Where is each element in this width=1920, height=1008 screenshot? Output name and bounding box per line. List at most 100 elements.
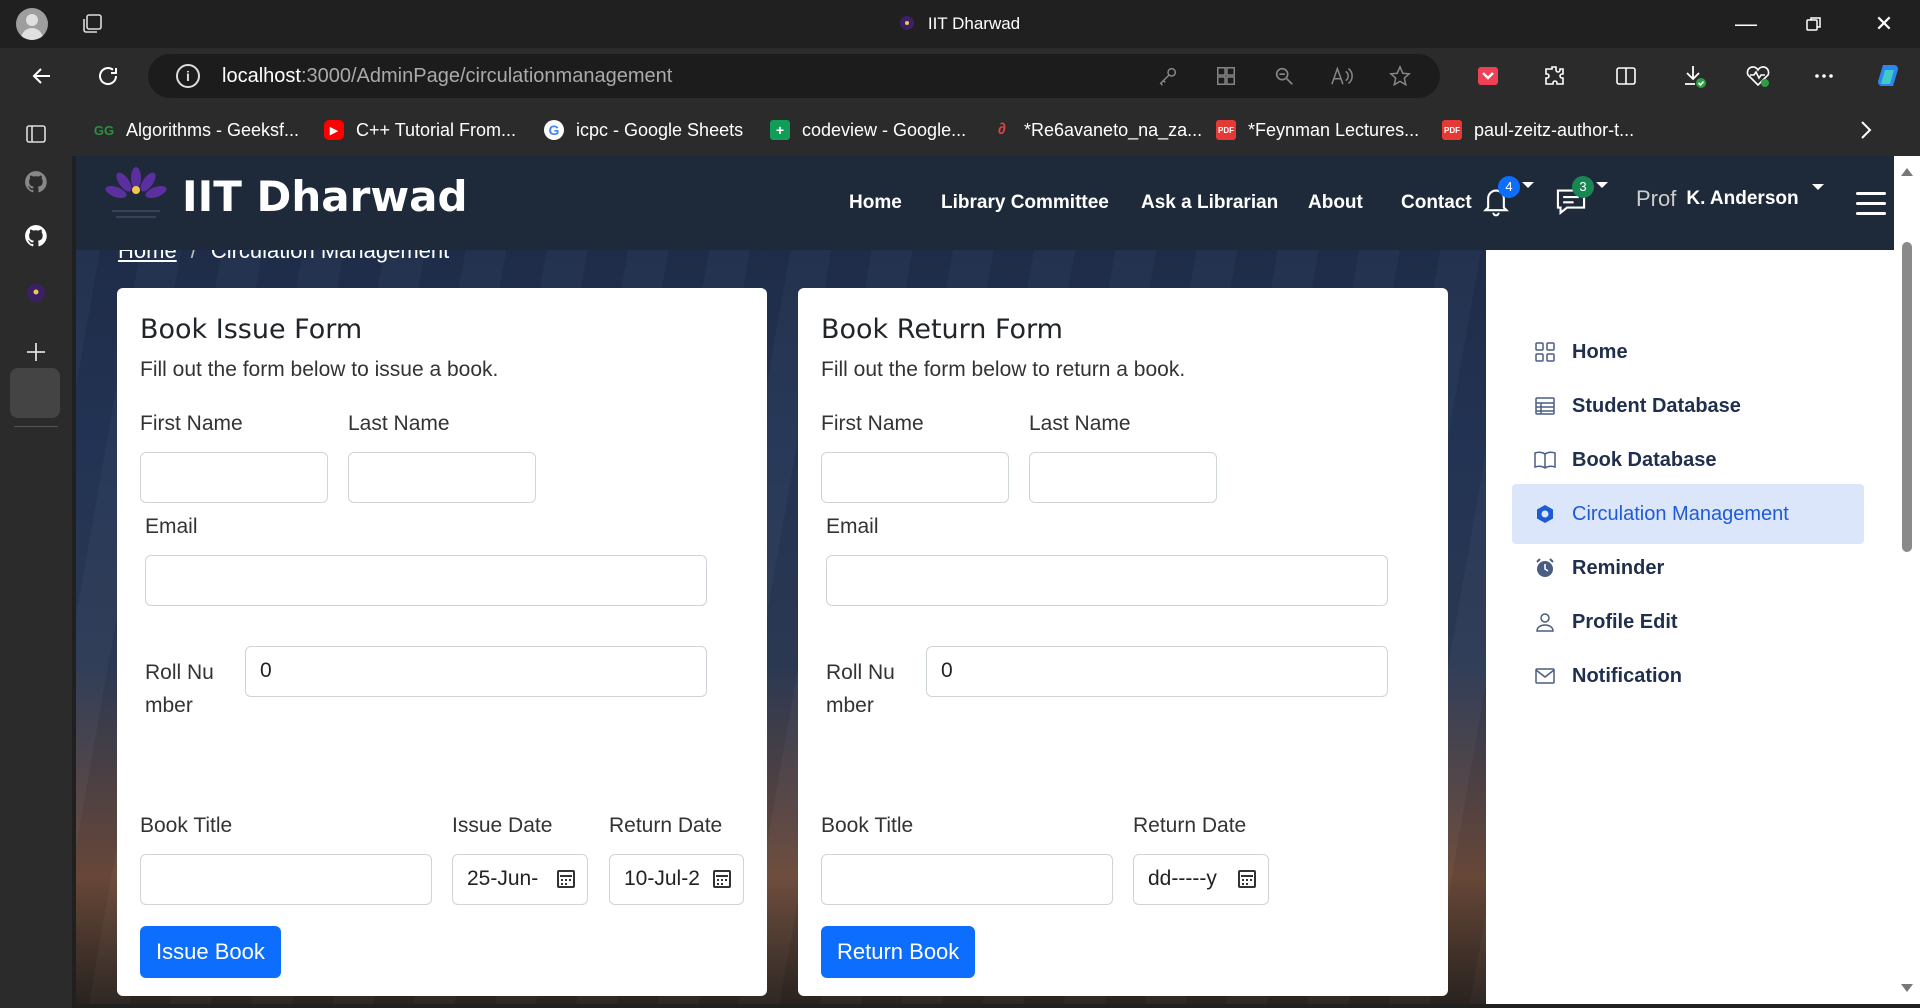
- downloads-icon[interactable]: [1680, 62, 1708, 90]
- site-brand[interactable]: IIT Dharwad: [182, 172, 468, 221]
- minimize-button[interactable]: —: [1732, 10, 1760, 38]
- return-date-input[interactable]: dd-----y: [1133, 854, 1269, 905]
- sidebar-item-student-database[interactable]: Student Database: [1512, 376, 1864, 436]
- message-count-badge: 3: [1572, 176, 1594, 198]
- page-scrollbar[interactable]: [1894, 156, 1920, 1004]
- restore-button[interactable]: [1800, 10, 1828, 38]
- bookmarks-bar: GG Algorithms - Geeksf... ▶ C++ Tutorial F…: [0, 104, 1920, 156]
- site-favicon-icon: [899, 16, 914, 30]
- bookmark-item[interactable]: GG Algorithms - Geeksf...: [94, 116, 299, 144]
- return-roll-number-input[interactable]: 0: [926, 646, 1388, 697]
- roll-number-label: Roll Number: [826, 661, 895, 717]
- issue-first-name-input[interactable]: [140, 452, 328, 503]
- calendar-icon[interactable]: [713, 870, 731, 888]
- sidebar-divider: [14, 426, 58, 427]
- zoom-icon[interactable]: [1272, 64, 1296, 88]
- browser-essentials-icon[interactable]: [1744, 62, 1772, 90]
- sidebar-item-label: Circulation Management: [1572, 502, 1789, 525]
- bookmark-item[interactable]: ▶ C++ Tutorial From...: [324, 116, 516, 144]
- last-name-label: Last Name: [348, 412, 450, 435]
- scroll-up-arrow-icon[interactable]: [1901, 168, 1913, 176]
- issue-book-button[interactable]: Issue Book: [140, 926, 281, 978]
- bookmark-item[interactable]: + codeview - Google...: [770, 116, 966, 144]
- admin-sidebar-menu: Home Student Database Book Database Circ…: [1486, 250, 1894, 1004]
- address-bar[interactable]: i localhost:3000/AdminPage/circulationma…: [148, 54, 1440, 98]
- back-icon[interactable]: [28, 62, 56, 90]
- return-date-placeholder: dd-----y: [1148, 867, 1217, 890]
- calendar-icon[interactable]: [557, 870, 575, 888]
- refresh-icon[interactable]: [94, 62, 122, 90]
- github-icon[interactable]: [20, 220, 52, 252]
- google-sheets-icon: +: [770, 120, 790, 140]
- scroll-down-arrow-icon[interactable]: [1901, 984, 1913, 992]
- scrollbar-thumb[interactable]: [1902, 242, 1912, 552]
- book-issue-form: Book Issue Form Fill out the form below …: [117, 288, 767, 996]
- bookmark-item[interactable]: PDF *Feynman Lectures...: [1216, 116, 1419, 144]
- bookmarks-overflow-chevron-icon[interactable]: [1858, 116, 1874, 144]
- nav-link-library-committee[interactable]: Library Committee: [941, 192, 1109, 214]
- app-available-icon[interactable]: [1214, 64, 1238, 88]
- issue-return-date-input[interactable]: 10-Jul-2: [609, 854, 744, 905]
- sidebar-item-home[interactable]: Home: [1512, 322, 1864, 382]
- profile-image-alt-text: Prof: [1636, 186, 1677, 211]
- site-info-icon[interactable]: i: [176, 64, 200, 88]
- key-icon[interactable]: [1156, 64, 1180, 88]
- pdf-icon: PDF: [1442, 120, 1462, 140]
- user-profile-menu[interactable]: Prof K. Anderson: [1636, 186, 1799, 212]
- close-window-button[interactable]: ✕: [1870, 10, 1898, 38]
- bookmark-item[interactable]: PDF paul-zeitz-author-t...: [1442, 116, 1634, 144]
- issue-return-date-value: 10-Jul-2: [624, 867, 700, 890]
- tab-title[interactable]: IIT Dharwad: [0, 14, 1920, 34]
- active-sidebar-app[interactable]: [10, 368, 60, 418]
- return-book-button[interactable]: Return Book: [821, 926, 976, 978]
- sidebar-item-notification[interactable]: Notification: [1512, 646, 1864, 706]
- nav-link-about[interactable]: About: [1308, 192, 1363, 214]
- calendar-icon[interactable]: [1238, 870, 1256, 888]
- user-menu-caret[interactable]: [1812, 184, 1824, 190]
- tab-list-icon[interactable]: [20, 118, 52, 150]
- return-first-name-input[interactable]: [821, 452, 1009, 503]
- iit-dharwad-app-icon[interactable]: [20, 277, 52, 309]
- grid-icon: [1532, 339, 1558, 365]
- split-screen-icon[interactable]: [1612, 62, 1640, 90]
- github-icon[interactable]: [20, 166, 52, 198]
- bookmark-item[interactable]: ∂ *Re6avaneto_na_za...: [992, 116, 1202, 144]
- pocket-extension-icon[interactable]: [1474, 62, 1502, 90]
- issue-date-input[interactable]: 25-Jun-: [452, 854, 588, 905]
- sidebar-item-profile-edit[interactable]: Profile Edit: [1512, 592, 1864, 652]
- return-last-name-input[interactable]: [1029, 452, 1217, 503]
- issue-book-title-input[interactable]: [140, 854, 432, 905]
- read-aloud-icon[interactable]: [1330, 64, 1354, 88]
- favorite-star-icon[interactable]: [1388, 64, 1412, 88]
- return-email-input[interactable]: [826, 555, 1388, 606]
- browser-toolbar: i localhost:3000/AdminPage/circulationma…: [0, 48, 1920, 104]
- sidebar-item-label: Reminder: [1572, 556, 1665, 579]
- return-book-title-input[interactable]: [821, 854, 1113, 905]
- copilot-icon[interactable]: [1874, 62, 1902, 90]
- more-options-icon[interactable]: [1810, 62, 1838, 90]
- first-name-label: First Name: [140, 412, 243, 435]
- add-icon[interactable]: [20, 336, 52, 368]
- issue-roll-number-input[interactable]: 0: [245, 646, 707, 697]
- nav-link-home[interactable]: Home: [849, 192, 902, 214]
- sidebar-item-reminder[interactable]: Reminder: [1512, 538, 1864, 598]
- email-label: Email: [145, 515, 198, 538]
- sidebar-item-circulation-management[interactable]: Circulation Management: [1512, 484, 1864, 544]
- messages-dropdown-caret[interactable]: [1596, 182, 1608, 188]
- extensions-icon[interactable]: [1540, 62, 1568, 90]
- nav-link-ask-a-librarian[interactable]: Ask a Librarian: [1141, 192, 1278, 214]
- nav-link-contact[interactable]: Contact: [1401, 192, 1472, 214]
- youtube-icon: ▶: [324, 120, 344, 140]
- issue-last-name-input[interactable]: [348, 452, 536, 503]
- issue-form-subtitle: Fill out the form below to issue a book.: [140, 358, 499, 381]
- issue-email-input[interactable]: [145, 555, 707, 606]
- user-name: K. Anderson: [1686, 188, 1799, 209]
- url-text[interactable]: localhost:3000/AdminPage/circulationmana…: [222, 65, 672, 88]
- bookmark-item[interactable]: Gicpc - Google Sheets: [544, 116, 743, 144]
- hamburger-menu-icon[interactable]: [1856, 192, 1886, 216]
- book-return-form: Book Return Form Fill out the form below…: [798, 288, 1448, 996]
- sidebar-item-book-database[interactable]: Book Database: [1512, 430, 1864, 490]
- sidebar-item-label: Home: [1572, 340, 1628, 363]
- iit-dharwad-logo[interactable]: [98, 164, 174, 228]
- notifications-dropdown-caret[interactable]: [1522, 182, 1534, 188]
